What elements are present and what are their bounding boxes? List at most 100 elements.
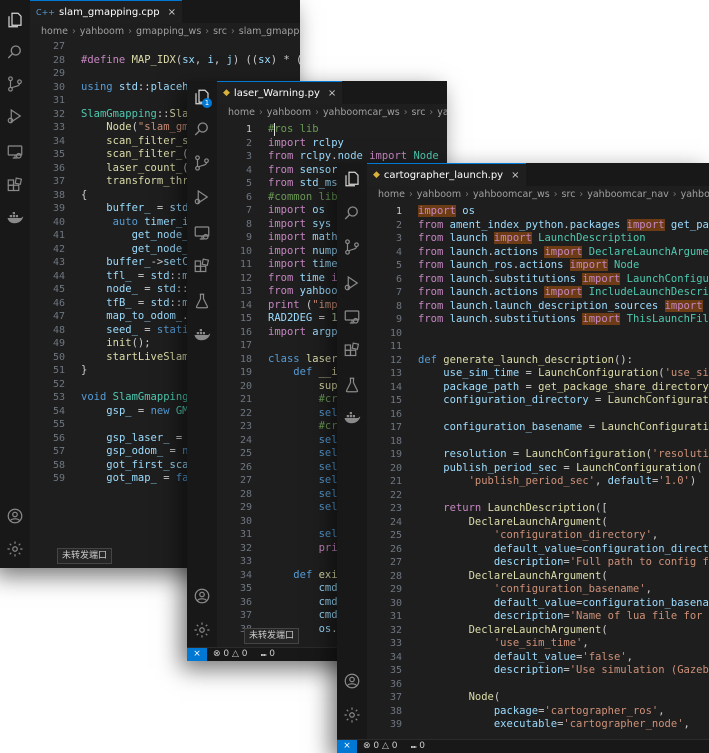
tab-laser-warning[interactable]: ◆ laser_Warning.py × — [217, 81, 343, 104]
source-control-icon[interactable] — [5, 74, 25, 94]
breadcrumb-item[interactable]: yahboomcar_ws — [323, 107, 400, 118]
line-number: 26 — [239, 461, 252, 473]
line-number: 54 — [52, 405, 65, 417]
search-icon[interactable] — [342, 203, 362, 223]
breadcrumb-item[interactable]: yahboom — [417, 189, 461, 200]
line-number: 11 — [389, 341, 402, 352]
source-control-icon[interactable] — [192, 153, 212, 173]
line-number: 15 — [389, 395, 402, 406]
search-icon[interactable] — [5, 42, 25, 62]
breadcrumb-item[interactable]: yahboomcar_nav — [587, 189, 669, 200]
remote-indicator[interactable]: ⨯ — [337, 740, 357, 753]
close-icon[interactable]: × — [328, 88, 336, 99]
activity-bar: 1 — [187, 81, 217, 661]
breadcrumb-item[interactable]: yahboomcar_laser — [437, 107, 447, 118]
account-icon[interactable] — [5, 506, 25, 526]
breadcrumb-item[interactable]: yahboom — [80, 26, 124, 37]
run-debug-icon[interactable] — [342, 273, 362, 293]
run-debug-icon[interactable] — [5, 106, 25, 126]
breadcrumb-item[interactable]: home — [41, 26, 68, 37]
breadcrumb-item[interactable]: home — [378, 189, 405, 200]
activity-bar — [337, 163, 367, 753]
breadcrumb-item[interactable]: gmapping_ws — [136, 26, 201, 37]
code-line: import os — [268, 204, 325, 216]
tab-cartographer-launch[interactable]: ◆ cartographer_launch.py × — [367, 163, 526, 186]
line-number: 30 — [389, 597, 402, 609]
tab-slam-gmapping[interactable]: C++ slam_gmapping.cpp × — [30, 0, 182, 23]
line-number: 24 — [239, 434, 252, 446]
testing-icon[interactable] — [192, 291, 212, 311]
line-number: 10 — [239, 245, 252, 257]
breadcrumb-item[interactable]: src — [562, 189, 576, 200]
breadcrumb-separator: › — [258, 107, 263, 118]
docker-icon[interactable] — [5, 208, 25, 228]
breadcrumb-item[interactable]: src — [213, 26, 227, 37]
remote-explorer-icon[interactable] — [5, 142, 25, 162]
code-line: from launch.actions import IncludeLaunch… — [418, 286, 709, 298]
line-number: 32 — [239, 542, 252, 554]
line-number: 33 — [52, 122, 65, 133]
settings-gear-icon[interactable] — [5, 539, 25, 559]
ports-status[interactable]: ⑉ 0 — [261, 648, 275, 661]
line-number: 13 — [239, 286, 252, 297]
docker-icon[interactable] — [342, 408, 362, 428]
breadcrumb-item[interactable]: yahboom — [267, 107, 311, 118]
account-icon[interactable] — [192, 586, 212, 606]
tab-label: laser_Warning.py — [233, 87, 320, 99]
extensions-icon[interactable] — [192, 257, 212, 277]
line-number: 37 — [239, 610, 252, 621]
remote-explorer-icon[interactable] — [342, 307, 362, 327]
source-control-icon[interactable] — [342, 237, 362, 257]
problems-status[interactable]: ⊗ 0 △ 0 — [213, 648, 248, 661]
line-number: 10 — [389, 327, 402, 339]
extensions-icon[interactable] — [342, 341, 362, 361]
code-line: from launch.substitutions import ThisLau… — [418, 313, 709, 325]
search-icon[interactable] — [192, 119, 212, 139]
line-number: 35 — [52, 149, 65, 160]
code-line: init(); — [106, 337, 151, 349]
explorer-icon[interactable] — [342, 169, 362, 189]
line-number: 23 — [239, 421, 252, 432]
breadcrumb-item[interactable]: home — [228, 107, 255, 118]
line-number: 36 — [52, 162, 65, 174]
line-number: 2 — [245, 137, 252, 149]
line-number: 21 — [389, 476, 402, 487]
breadcrumb-item[interactable]: yahboomcar_ws — [473, 189, 550, 200]
ports-status[interactable]: ⑉ 0 — [411, 740, 425, 753]
warning-count: 0 — [391, 741, 398, 751]
code-line: executable='cartographer_node', — [493, 718, 690, 730]
code-line: publish_period_sec = LaunchConfiguration… — [443, 461, 703, 474]
settings-gear-icon[interactable] — [342, 705, 362, 725]
breadcrumb-item[interactable]: src — [412, 107, 426, 118]
explorer-icon[interactable] — [5, 10, 25, 30]
account-icon[interactable] — [342, 671, 362, 691]
docker-icon[interactable] — [192, 325, 212, 345]
code-editor[interactable]: 1 import os 2 from ament_index_python.packa… — [367, 204, 709, 753]
line-number: 29 — [239, 502, 252, 513]
run-debug-icon[interactable] — [192, 187, 212, 207]
extensions-icon[interactable] — [5, 176, 25, 196]
close-icon[interactable]: × — [511, 170, 519, 181]
line-number: 8 — [395, 300, 402, 312]
line-number: 34 — [52, 135, 65, 147]
line-number: 1 — [245, 124, 252, 135]
tab-label: slam_gmapping.cpp — [59, 6, 160, 18]
problems-status[interactable]: ⊗ 0 △ 0 — [363, 740, 398, 753]
line-number: 9 — [395, 314, 402, 325]
line-number: 38 — [389, 705, 402, 717]
line-number: 5 — [245, 178, 252, 189]
breadcrumb-item[interactable]: slam_gmapping — [239, 26, 300, 37]
breadcrumb-separator: › — [579, 189, 584, 200]
ports-tooltip: 未转发端口 — [244, 628, 300, 644]
code-line: #define MAP_IDX(sx, i, j) ((sx) * (j) + … — [81, 53, 300, 66]
settings-gear-icon[interactable] — [192, 620, 212, 640]
breadcrumb-item[interactable]: yahboomcar_nav — [681, 189, 709, 200]
remote-explorer-icon[interactable] — [192, 223, 212, 243]
remote-indicator[interactable]: ⨯ — [187, 648, 207, 661]
testing-icon[interactable] — [342, 375, 362, 395]
breadcrumb-separator: › — [553, 189, 558, 200]
line-number: 28 — [389, 570, 402, 582]
line-number: 34 — [239, 569, 252, 581]
line-number: 58 — [52, 459, 65, 471]
close-icon[interactable]: × — [168, 7, 176, 18]
